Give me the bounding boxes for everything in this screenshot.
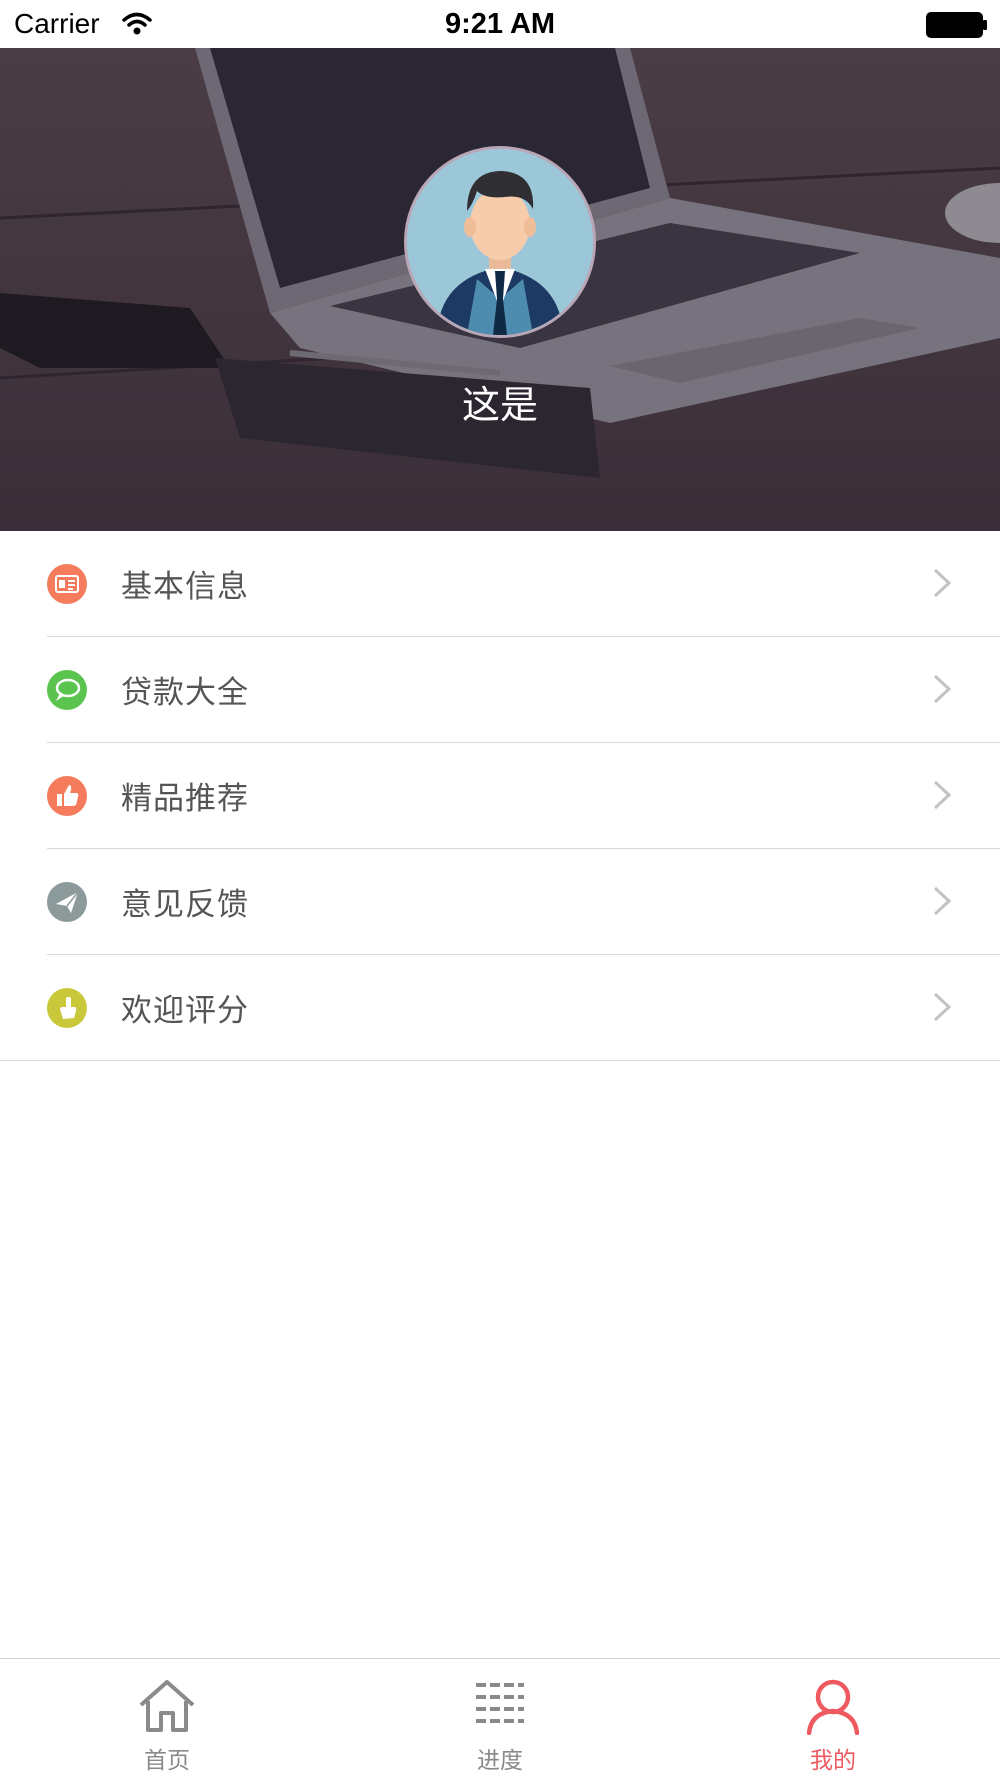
pointer-hand-icon	[47, 988, 87, 1028]
menu-item-basic-info[interactable]: 基本信息	[47, 531, 1000, 637]
chevron-right-icon	[932, 779, 952, 815]
menu-item-label: 意见反馈	[121, 887, 249, 923]
battery-icon	[926, 12, 988, 42]
tab-home[interactable]: 首页	[67, 1659, 267, 1779]
avatar[interactable]	[404, 146, 596, 338]
chat-bubble-icon	[47, 670, 87, 710]
user-icon	[803, 1677, 863, 1739]
tab-mine[interactable]: 我的	[733, 1659, 933, 1779]
thumbs-up-icon	[47, 776, 87, 816]
list-icon	[470, 1677, 530, 1739]
menu-item-feedback[interactable]: 意见反馈	[47, 849, 1000, 955]
tab-label: 进度	[477, 1748, 523, 1774]
status-bar: Carrier 9:21 AM	[0, 0, 1000, 48]
envelope-icon	[47, 882, 87, 922]
menu-item-label: 贷款大全	[121, 675, 249, 711]
id-card-icon	[47, 564, 87, 604]
chevron-right-icon	[932, 991, 952, 1027]
menu-item-loans[interactable]: 贷款大全	[47, 637, 1000, 743]
chevron-right-icon	[932, 885, 952, 921]
menu-list: 基本信息 贷款大全 精品推荐 意见反馈 欢迎评分	[0, 531, 1000, 1061]
status-time: 9:21 AM	[444, 8, 556, 40]
chevron-right-icon	[932, 673, 952, 709]
menu-item-label: 精品推荐	[121, 781, 249, 817]
menu-item-recommend[interactable]: 精品推荐	[47, 743, 1000, 849]
menu-item-rate[interactable]: 欢迎评分	[0, 955, 1000, 1061]
profile-header: 这是	[0, 48, 1000, 531]
chevron-right-icon	[932, 567, 952, 603]
tab-label: 首页	[144, 1748, 190, 1774]
tab-label: 我的	[810, 1748, 856, 1774]
tab-progress[interactable]: 进度	[400, 1659, 600, 1779]
menu-item-label: 基本信息	[121, 569, 249, 605]
menu-item-label: 欢迎评分	[121, 993, 249, 1029]
tab-bar: 首页 进度 我的	[0, 1658, 1000, 1779]
home-icon	[137, 1677, 197, 1739]
user-avatar-icon	[407, 149, 593, 335]
username: 这是	[461, 383, 538, 427]
